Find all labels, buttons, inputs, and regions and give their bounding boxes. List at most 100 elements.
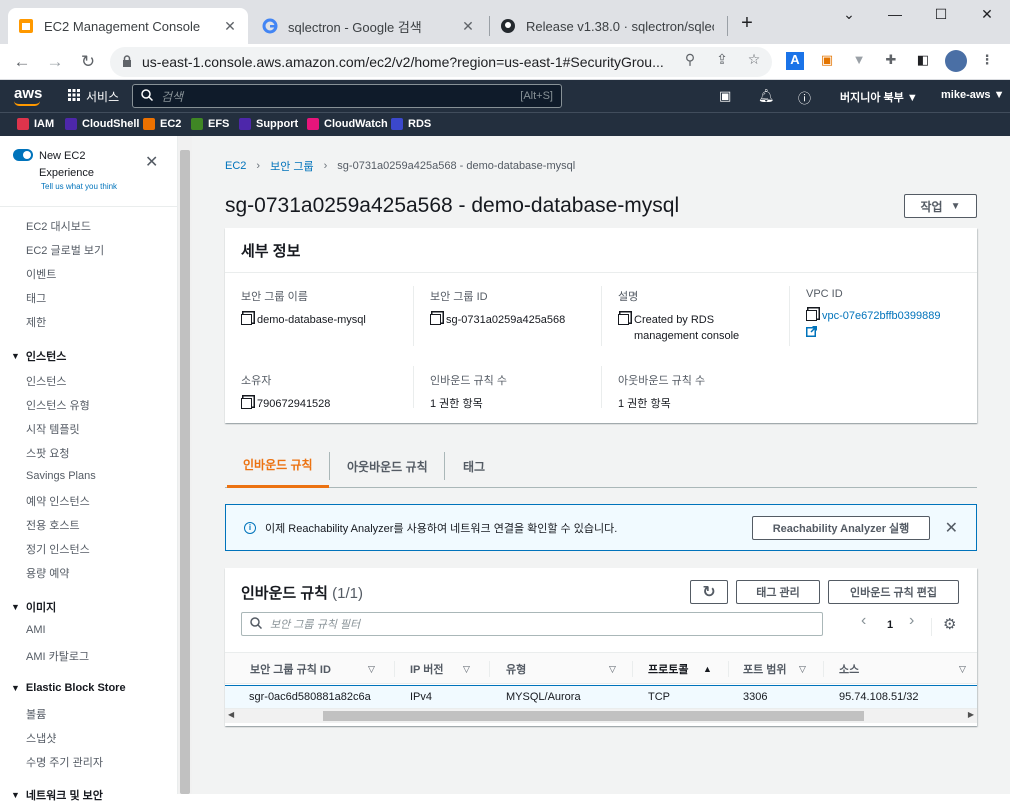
sidebar-item-savings-plans[interactable]: Savings Plans xyxy=(26,470,96,482)
browser-menu-icon[interactable]: ⋮ xyxy=(978,52,996,70)
sidebar-item-snapshots[interactable]: 스냅샷 xyxy=(26,730,56,746)
close-banner-icon[interactable]: ✕ xyxy=(945,518,958,538)
favorite-ec2[interactable]: EC2 xyxy=(143,118,181,130)
favorite-cloudshell[interactable]: CloudShell xyxy=(65,118,139,130)
sidebar-item-scheduled-instances[interactable]: 정기 인스턴스 xyxy=(26,541,90,557)
breadcrumb-security-groups[interactable]: 보안 그룹 xyxy=(270,158,314,174)
favorite-efs[interactable]: EFS xyxy=(191,118,229,130)
scroll-right-icon[interactable]: ▶ xyxy=(968,710,974,719)
sidebar-item-volumes[interactable]: 볼륨 xyxy=(26,706,46,722)
zoom-search-icon[interactable]: ⚲ xyxy=(681,51,699,69)
translate-extension-icon[interactable]: A xyxy=(786,52,804,70)
external-link-icon[interactable] xyxy=(806,326,966,340)
sidebar-item-ami[interactable]: AMI xyxy=(26,624,46,636)
extension-icon[interactable]: ▣ xyxy=(818,52,836,70)
back-icon[interactable]: ← xyxy=(10,50,34,74)
refresh-icon[interactable]: ↻ xyxy=(690,580,728,604)
sidebar-section-images[interactable]: ▼ 이미지 xyxy=(11,599,56,615)
scrollbar-thumb[interactable] xyxy=(180,150,190,794)
close-tab-icon[interactable]: ✕ xyxy=(460,18,476,35)
edit-inbound-rules-button[interactable]: 인바운드 규칙 편집 xyxy=(828,580,959,604)
copy-icon[interactable] xyxy=(618,314,629,325)
browser-tab-google[interactable]: sqlectron - Google 검색 ✕ xyxy=(252,8,486,44)
col-rule-id[interactable]: 보안 그룹 규칙 ID ▽ xyxy=(250,653,375,685)
sidebar-item-launch-templates[interactable]: 시작 템플릿 xyxy=(26,421,80,437)
col-protocol[interactable]: 프로토콜 ▲ xyxy=(648,653,712,685)
favorite-cloudwatch[interactable]: CloudWatch xyxy=(307,118,388,130)
vue-extension-icon[interactable]: ▼ xyxy=(850,52,868,70)
maximize-icon[interactable]: ☐ xyxy=(918,6,964,26)
sidebar-item-spot-requests[interactable]: 스팟 요청 xyxy=(26,445,70,461)
sidebar-section-network[interactable]: ▼ 네트워크 및 보안 xyxy=(11,787,103,803)
close-window-icon[interactable]: ✕ xyxy=(964,6,1010,26)
minimize-icon[interactable]: — xyxy=(872,6,918,26)
next-page-icon[interactable]: › xyxy=(909,612,914,630)
close-sidebar-icon[interactable]: ✕ xyxy=(145,152,158,172)
bookmark-star-icon[interactable]: ☆ xyxy=(745,51,763,69)
vpc-link[interactable]: vpc-07e672bffb0399889 xyxy=(822,308,940,324)
new-experience-toggle[interactable] xyxy=(13,149,33,161)
table-horizontal-scrollbar[interactable]: ◀ ▶ xyxy=(225,709,977,723)
sidebar-item-events[interactable]: 이벤트 xyxy=(26,266,56,282)
close-tab-icon[interactable]: ✕ xyxy=(222,18,238,35)
feedback-link[interactable]: Tell us what you think xyxy=(41,182,117,191)
browser-tab-github[interactable]: Release v1.38.0 · sqlectron/sqlec xyxy=(490,8,724,44)
sidebar-item-ami-catalog[interactable]: AMI 카탈로그 xyxy=(26,648,89,664)
aws-logo[interactable]: aws xyxy=(14,85,42,106)
breadcrumb-ec2[interactable]: EC2 xyxy=(225,160,246,172)
sidebar-item-limits[interactable]: 제한 xyxy=(26,314,46,330)
page-number[interactable]: 1 xyxy=(887,619,893,631)
reload-icon[interactable]: ↻ xyxy=(76,50,100,74)
browser-tab-ec2[interactable]: EC2 Management Console ✕ xyxy=(8,8,248,44)
sidebar-item-dashboard[interactable]: EC2 대시보드 xyxy=(26,218,91,234)
profile-avatar[interactable] xyxy=(945,50,967,72)
scrollbar-thumb[interactable] xyxy=(323,711,864,721)
sidebar-item-instances[interactable]: 인스턴스 xyxy=(26,373,66,389)
tab-search-icon[interactable]: ⌄ xyxy=(826,6,872,26)
forward-icon[interactable]: → xyxy=(43,50,67,74)
col-type[interactable]: 유형 ▽ xyxy=(506,653,616,685)
copy-icon[interactable] xyxy=(430,314,441,325)
region-selector[interactable]: 버지니아 북부 ▼ xyxy=(840,89,918,105)
run-reachability-analyzer-button[interactable]: Reachability Analyzer 실행 xyxy=(752,516,930,540)
table-row[interactable]: sgr-0ac6d580881a82c6a IPv4 MYSQL/Aurora … xyxy=(225,685,977,709)
services-menu[interactable]: 서비스 xyxy=(68,88,119,105)
new-tab-icon[interactable]: + xyxy=(727,12,767,34)
copy-icon[interactable] xyxy=(241,314,252,325)
actions-button[interactable]: 작업 ▼ xyxy=(904,194,977,218)
manage-tags-button[interactable]: 태그 관리 xyxy=(736,580,820,604)
col-ip-version[interactable]: IP 버전 ▽ xyxy=(410,653,470,685)
cell-rule-id[interactable]: sgr-0ac6d580881a82c6a xyxy=(249,691,371,703)
cloudshell-icon[interactable]: ▣ xyxy=(719,88,731,104)
scroll-left-icon[interactable]: ◀ xyxy=(228,710,234,719)
settings-gear-icon[interactable]: ⚙ xyxy=(943,615,956,633)
account-menu[interactable]: mike-aws ▼ xyxy=(941,89,1004,101)
copy-icon[interactable] xyxy=(241,398,252,409)
sidebar-item-lifecycle-manager[interactable]: 수명 주기 관리자 xyxy=(26,754,103,770)
rules-filter-input[interactable]: 보안 그룹 규칙 필터 xyxy=(241,612,823,636)
sidebar-item-capacity-reservations[interactable]: 용량 예약 xyxy=(26,565,70,581)
sidebar-scrollbar[interactable] xyxy=(178,136,192,794)
sidebar-item-reserved-instances[interactable]: 예약 인스턴스 xyxy=(26,493,90,509)
sidebar-item-global-view[interactable]: EC2 글로벌 보기 xyxy=(26,242,104,258)
help-icon[interactable]: ⓘ xyxy=(798,88,811,107)
favorite-support[interactable]: Support xyxy=(239,118,298,130)
sidebar-item-instance-types[interactable]: 인스턴스 유형 xyxy=(26,397,90,413)
console-search-input[interactable]: 검색 [Alt+S] xyxy=(132,84,562,108)
col-source[interactable]: 소스 ▽ xyxy=(839,653,966,685)
address-bar[interactable]: us-east-1.console.aws.amazon.com/ec2/v2/… xyxy=(110,47,772,77)
tab-inbound-rules[interactable]: 인바운드 규칙 xyxy=(227,444,329,488)
sidebar-section-instances[interactable]: ▼ 인스턴스 xyxy=(11,348,66,364)
copy-icon[interactable] xyxy=(806,310,817,321)
favorite-iam[interactable]: IAM xyxy=(17,118,54,130)
sidebar-item-dedicated-hosts[interactable]: 전용 호스트 xyxy=(26,517,80,533)
tab-tags[interactable]: 태그 xyxy=(445,444,503,488)
side-panel-icon[interactable]: ◧ xyxy=(914,52,932,70)
favorite-rds[interactable]: RDS xyxy=(391,118,431,130)
tab-outbound-rules[interactable]: 아웃바운드 규칙 xyxy=(330,444,445,488)
col-port-range[interactable]: 포트 범위 ▽ xyxy=(743,653,806,685)
prev-page-icon[interactable]: ‹ xyxy=(861,612,866,630)
sidebar-item-tags[interactable]: 태그 xyxy=(26,290,46,306)
share-icon[interactable]: ⇪ xyxy=(713,51,731,69)
sidebar-section-ebs[interactable]: ▼ Elastic Block Store xyxy=(11,682,126,694)
